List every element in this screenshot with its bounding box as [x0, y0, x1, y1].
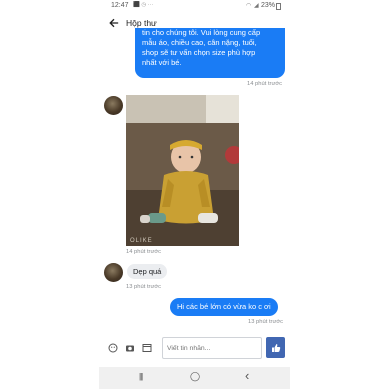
signal-icon: ◢: [254, 3, 259, 9]
message-line: nhất với bé.: [142, 58, 182, 67]
system-nav-bar: ||| ◯ ‹: [99, 367, 290, 389]
gallery-icon[interactable]: [142, 343, 152, 353]
photo-attachment[interactable]: OLIKE: [126, 95, 239, 246]
incoming-message-bubble: Dẹp quá: [127, 264, 168, 279]
back-button[interactable]: ‹: [245, 368, 249, 383]
message-text: Hi các bé lớn có vừa ko c ơi: [177, 302, 271, 311]
back-arrow-icon[interactable]: [109, 18, 119, 28]
recents-button[interactable]: |||: [139, 372, 143, 381]
avatar[interactable]: [104, 263, 123, 282]
send-button[interactable]: [266, 337, 285, 358]
message-text: Dẹp quá: [133, 267, 162, 276]
outgoing-message-bubble: tin cho chúng tôi. Vui lòng cung cấp mẫu…: [135, 28, 285, 78]
message-timestamp: 14 phút trước: [247, 81, 283, 87]
camera-icon[interactable]: [125, 343, 135, 353]
avatar[interactable]: [104, 96, 123, 115]
message-timestamp: 14 phút trước: [126, 249, 162, 255]
message-timestamp: 13 phút trước: [126, 284, 162, 290]
wifi-icon: ◠: [246, 3, 252, 9]
status-time: 12:47: [111, 2, 129, 9]
message-line: tin cho chúng tôi. Vui lòng cung cấp: [142, 28, 261, 37]
battery-icon: [276, 3, 281, 10]
status-notification-icons: ⬛ ◷ ···: [133, 2, 154, 8]
thumbs-up-icon: [271, 343, 280, 352]
page-title: Hộp thư: [126, 18, 157, 28]
battery-percent: 23%: [261, 2, 276, 9]
message-input[interactable]: [162, 337, 262, 359]
message-line: mẫu áo, chiều cao, cân nặng, tuổi,: [142, 38, 257, 47]
home-button[interactable]: ◯: [190, 371, 200, 382]
outgoing-message-bubble: Hi các bé lớn có vừa ko c ơi: [170, 298, 278, 316]
message-timestamp: 13 phút trước: [248, 319, 284, 325]
photo-watermark: OLIKE: [130, 238, 153, 244]
photo-child-image: OLIKE: [126, 95, 239, 246]
emoji-icon[interactable]: [108, 343, 118, 353]
message-line: shop sẽ tư vấn chọn size phù hợp: [142, 48, 256, 57]
